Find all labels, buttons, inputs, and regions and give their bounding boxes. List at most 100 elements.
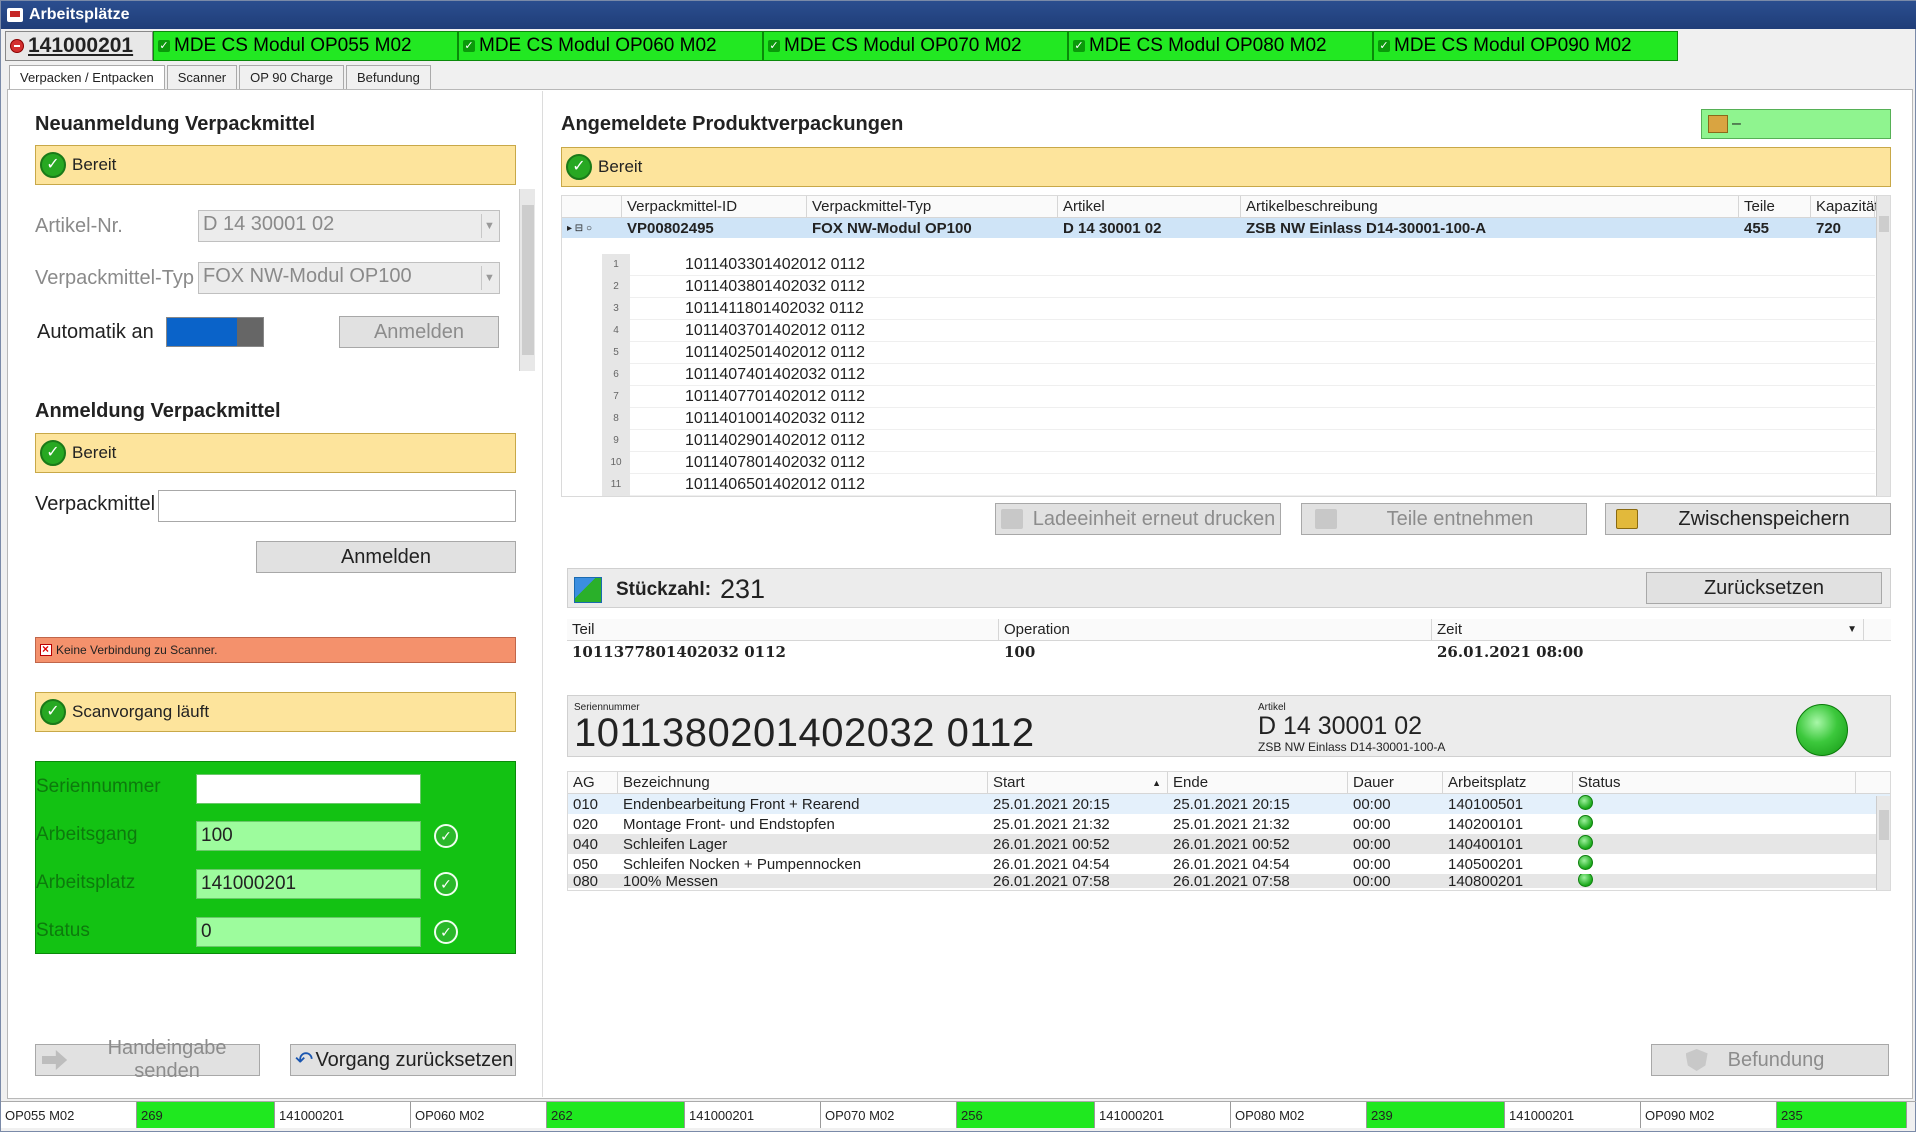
station-tab-op060[interactable]: ✓ MDE CS Modul OP060 M02 bbox=[458, 31, 763, 61]
ladeeinheit-drucken-button[interactable]: Ladeeinheit erneut drucken bbox=[995, 503, 1281, 535]
serial-value: 1011403801402032 0112 bbox=[685, 277, 866, 295]
station-tab-op080[interactable]: ✓ MDE CS Modul OP080 M02 bbox=[1068, 31, 1373, 61]
col-header[interactable]: Kapazität bbox=[1811, 195, 1879, 218]
verpackmittel-input[interactable] bbox=[158, 490, 516, 522]
list-item[interactable]: 7 1011407701402012 0112 bbox=[602, 385, 1875, 408]
expand-icon[interactable]: ▸ ⊟ ○ bbox=[562, 223, 622, 234]
status-text: Scanvorgang läuft bbox=[72, 702, 210, 721]
handeingabe-button[interactable]: Handeingabe senden bbox=[35, 1037, 260, 1082]
col-header-zeit[interactable]: Zeit ▼ bbox=[1432, 618, 1864, 641]
zwischenspeichern-button[interactable]: Zwischenspeichern bbox=[1605, 503, 1891, 535]
scanner-error-bar: Keine Verbindung zu Scanner. bbox=[35, 637, 516, 663]
scrollbar-thumb[interactable] bbox=[522, 205, 534, 355]
cell: 140500201 bbox=[1448, 855, 1524, 873]
col-header-start[interactable]: Start ▲ bbox=[988, 771, 1168, 794]
package-badge[interactable]: – bbox=[1701, 109, 1891, 139]
title-bar: Arbeitsplätze bbox=[1, 1, 1916, 29]
stueckzahl-strip: Stückzahl: 231 Zurücksetzen bbox=[567, 568, 1891, 608]
status-field[interactable]: 0 bbox=[196, 917, 421, 947]
shield-icon bbox=[1685, 1049, 1708, 1071]
station-tab-op070[interactable]: ✓ MDE CS Modul OP070 M02 bbox=[763, 31, 1068, 61]
list-item[interactable]: 11 1011406501402012 0112 bbox=[602, 473, 1875, 496]
col-header[interactable]: Teile bbox=[1739, 195, 1811, 218]
scrollbar-thumb[interactable] bbox=[1879, 810, 1889, 840]
table-row[interactable]: 040 Schleifen Lager 26.01.2021 00:52 26.… bbox=[568, 834, 1890, 854]
tab-verpacken[interactable]: Verpacken / Entpacken bbox=[9, 65, 165, 91]
check-icon: ✓ bbox=[463, 40, 475, 52]
list-item[interactable]: 5 1011402501402012 0112 bbox=[602, 341, 1875, 364]
list-item[interactable]: 1 1011403301402012 0112 bbox=[602, 253, 1875, 276]
automatik-toggle[interactable] bbox=[166, 317, 264, 347]
list-item[interactable]: 3 1011411801402032 0112 bbox=[602, 297, 1875, 320]
col-header[interactable]: Artikelbeschreibung bbox=[1241, 195, 1739, 218]
col-header[interactable]: Dauer bbox=[1348, 771, 1443, 794]
table-row[interactable]: 050 Schleifen Nocken + Pumpennocken 26.0… bbox=[568, 854, 1890, 874]
col-header[interactable]: Artikel bbox=[1058, 195, 1241, 218]
status-dot-icon bbox=[1578, 814, 1593, 830]
check-icon: ✓ bbox=[158, 40, 170, 52]
col-header[interactable]: Verpackmittel-ID bbox=[622, 195, 807, 218]
scan-panel: Seriennummer Arbeitsgang 100 ✓ Arbeitspl… bbox=[35, 761, 516, 954]
col-header[interactable]: Ende bbox=[1168, 771, 1348, 794]
station-main-tab[interactable]: 141000201 bbox=[5, 31, 153, 61]
station-tab-op090[interactable]: ✓ MDE CS Modul OP090 M02 bbox=[1373, 31, 1678, 61]
button-label: Befundung bbox=[1727, 1048, 1825, 1071]
col-header-text: Zeit bbox=[1437, 620, 1463, 638]
seriennummer-input[interactable] bbox=[196, 774, 421, 804]
col-header[interactable]: Bezeichnung bbox=[618, 771, 988, 794]
scrollbar-thumb[interactable] bbox=[1879, 216, 1889, 232]
col-header[interactable]: Status bbox=[1573, 771, 1856, 794]
list-item[interactable]: 6 1011407401402032 0112 bbox=[602, 363, 1875, 386]
col-header[interactable]: AG bbox=[568, 771, 618, 794]
col-header[interactable]: Arbeitsplatz bbox=[1443, 771, 1573, 794]
tab-scanner[interactable]: Scanner bbox=[166, 65, 238, 89]
tab-op90-charge[interactable]: OP 90 Charge bbox=[239, 65, 344, 89]
list-item[interactable]: 8 1011401001402032 0112 bbox=[602, 407, 1875, 430]
toggle-knob bbox=[237, 318, 263, 346]
table-row[interactable]: 080 100% Messen 26.01.2021 07:58 26.01.2… bbox=[568, 874, 1890, 888]
tab-befundung[interactable]: Befundung bbox=[346, 65, 431, 89]
artikel-combo[interactable]: D 14 30001 02 ▼ bbox=[198, 210, 500, 242]
button-label: Vorgang zurücksetzen bbox=[315, 1048, 514, 1071]
vorgang-zuruecksetzen-button[interactable]: ↶ Vorgang zurücksetzen bbox=[290, 1044, 516, 1076]
row-number: 9 bbox=[602, 429, 630, 452]
left-scrollbar[interactable] bbox=[519, 189, 535, 371]
check-circle-icon: ✓ bbox=[566, 154, 592, 180]
col-header[interactable]: Teil bbox=[567, 618, 999, 641]
station-tab-label: MDE CS Modul OP080 M02 bbox=[1089, 35, 1327, 56]
arbeitsgang-field[interactable]: 100 bbox=[196, 821, 421, 851]
arbeitsplatz-field[interactable]: 141000201 bbox=[196, 869, 421, 899]
bottom-workplace: 141000201 bbox=[685, 1102, 821, 1128]
cell: 26.01.2021 07:58 bbox=[1173, 874, 1290, 888]
right-status: ✓ Bereit bbox=[561, 147, 1891, 187]
teile-entnehmen-button[interactable]: Teile entnehmen bbox=[1301, 503, 1587, 535]
table-row[interactable]: 010 Endenbearbeitung Front + Rearend 25.… bbox=[568, 794, 1890, 814]
table-row[interactable]: 020 Montage Front- und Endstopfen 25.01.… bbox=[568, 814, 1890, 834]
table-row[interactable]: ▸ ⊟ ○ VP00802495 FOX NW-Modul OP100 D 14… bbox=[562, 218, 1890, 238]
list-item[interactable]: 10 1011407801402032 0112 bbox=[602, 451, 1875, 474]
befundung-button[interactable]: Befundung bbox=[1651, 1044, 1889, 1076]
grid-scrollbar[interactable] bbox=[1876, 196, 1890, 496]
table-row[interactable]: 1011377801402032 0112 100 26.01.2021 08:… bbox=[567, 641, 1891, 663]
stueckzahl-label: Stückzahl: bbox=[616, 579, 712, 600]
cell: 25.01.2021 20:15 bbox=[993, 795, 1110, 813]
row-number: 5 bbox=[602, 341, 630, 364]
list-item[interactable]: 9 1011402901402012 0112 bbox=[602, 429, 1875, 452]
package-icon bbox=[1708, 115, 1728, 133]
bottom-count: 269 bbox=[137, 1102, 275, 1128]
list-item[interactable]: 4 1011403701402012 0112 bbox=[602, 319, 1875, 342]
list-item[interactable]: 2 1011403801402032 0112 bbox=[602, 275, 1875, 298]
cell: 26.01.2021 00:52 bbox=[993, 835, 1110, 853]
zuruecksetzen-button[interactable]: Zurücksetzen bbox=[1646, 572, 1882, 604]
verpackmittel-label: Verpackmittel bbox=[35, 493, 156, 515]
station-tab-op055[interactable]: ✓ MDE CS Modul OP055 M02 bbox=[153, 31, 458, 61]
anmelden-button-2[interactable]: Anmelden bbox=[256, 541, 516, 573]
col-header[interactable]: Verpackmittel-Typ bbox=[807, 195, 1058, 218]
ops-scrollbar[interactable] bbox=[1876, 796, 1890, 890]
col-header[interactable]: Operation bbox=[999, 618, 1432, 641]
serial-panel: Seriennummer 1011380201402032 0112 Artik… bbox=[567, 695, 1891, 757]
row-number: 1 bbox=[602, 253, 630, 276]
cell: 140400101 bbox=[1448, 835, 1524, 853]
anmelden-button-1[interactable]: Anmelden bbox=[339, 316, 499, 348]
typ-combo[interactable]: FOX NW-Modul OP100 ▼ bbox=[198, 262, 500, 294]
